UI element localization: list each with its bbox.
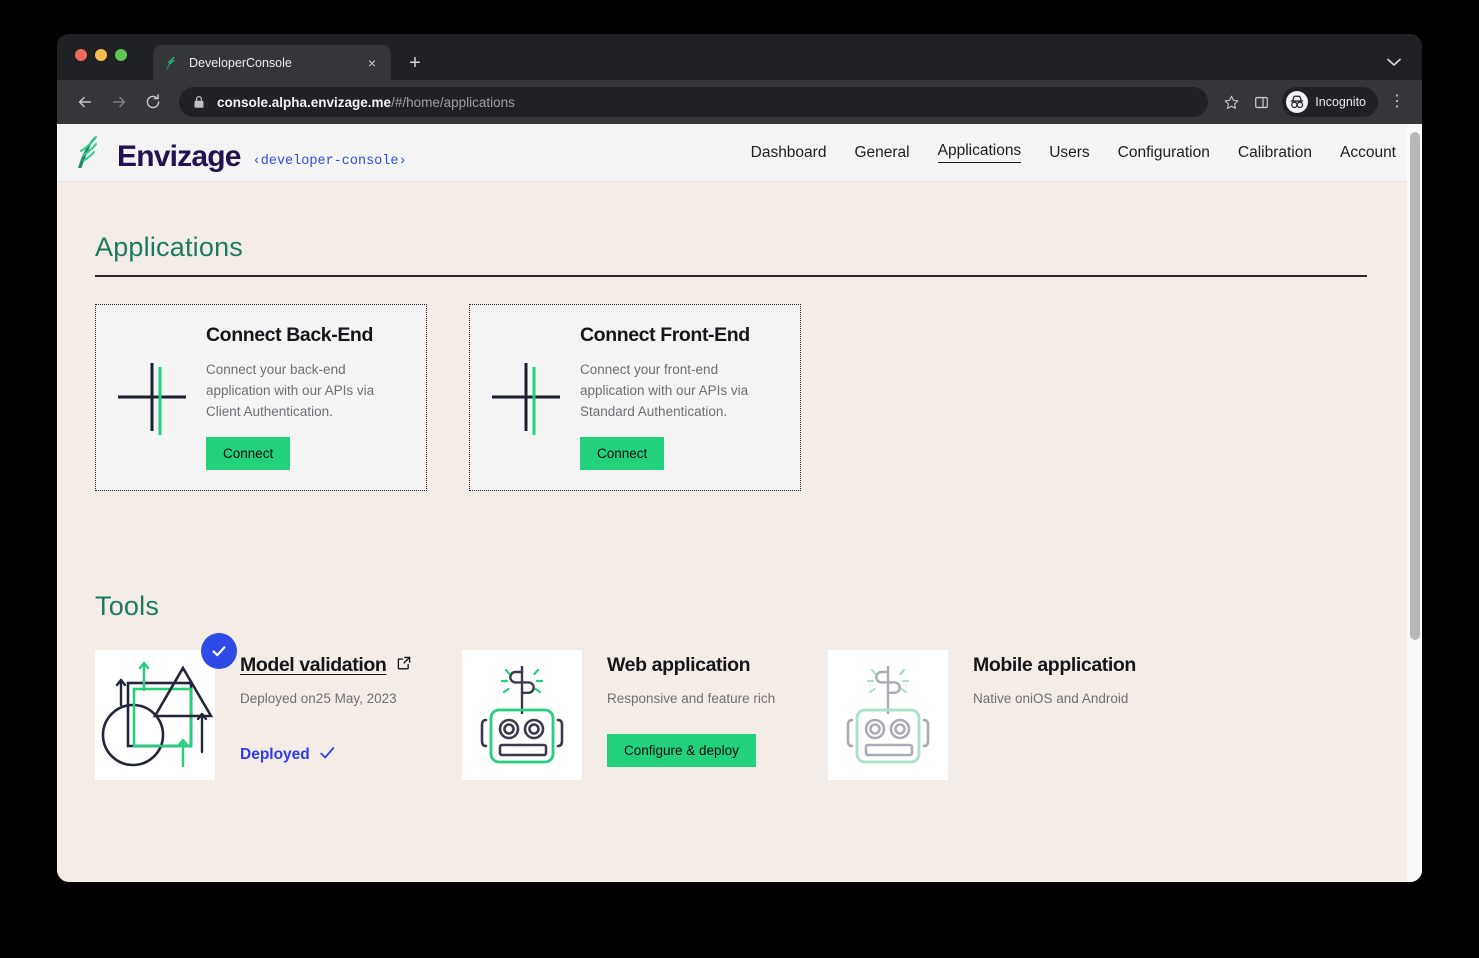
brand[interactable]: Envizage ‹developer-console› [71, 134, 407, 172]
section-divider [95, 275, 1367, 277]
lock-icon [193, 95, 205, 109]
kebab-menu-icon[interactable]: ⋮ [1386, 94, 1408, 110]
robot-icon [462, 649, 582, 780]
card-body: Connect Back-End Connect your back-end a… [198, 324, 408, 471]
minimize-window-button[interactable] [95, 49, 107, 61]
page-scrollbar-thumb[interactable] [1409, 132, 1420, 640]
applications-heading: Applications [95, 232, 243, 262]
tool-body: Mobile application Native oniOS and Andr… [948, 650, 1136, 780]
toolbar-actions: Incognito ⋮ [1218, 87, 1408, 117]
browser-tab-strip: DeveloperConsole × + [57, 34, 1422, 80]
new-tab-button[interactable]: + [403, 52, 427, 76]
tool-subtitle: Responsive and feature rich [607, 690, 776, 706]
brand-name: Envizage [117, 139, 241, 173]
profile-label: Incognito [1315, 95, 1366, 109]
connect-back-end-button[interactable]: Connect [206, 437, 291, 471]
close-icon[interactable]: × [363, 54, 381, 72]
card-description: Connect your front-end application with … [580, 361, 749, 420]
tool-subtitle: Native oniOS and Android [973, 690, 1129, 706]
tab-title: DeveloperConsole [189, 55, 292, 70]
address-bar[interactable]: console.alpha.envizage.me/#/home/applica… [179, 87, 1209, 117]
close-window-button[interactable] [75, 49, 87, 61]
tool-subtitle: Deployed on25 May, 2023 [240, 690, 397, 706]
status-text: Deployed [240, 746, 310, 763]
plus-cross-icon [484, 353, 572, 441]
connect-back-end-card: Connect Back-End Connect your back-end a… [95, 303, 427, 491]
page-scrollbar-track[interactable] [1407, 124, 1422, 882]
envizage-leaf-favicon [163, 55, 179, 71]
brand-subtitle: ‹developer-console› [252, 154, 407, 169]
tool-web-application: Web application Responsive and feature r… [462, 649, 828, 780]
status-badge: Deployed [240, 744, 412, 767]
reload-icon[interactable] [139, 88, 167, 116]
tools-list: Model validation Deployed on25 May, 2023 [95, 632, 1422, 780]
app-header: Envizage ‹developer-console› Dashboard G… [57, 124, 1422, 182]
tool-mobile-application: Mobile application Native oniOS and Andr… [828, 649, 1194, 780]
url-text: console.alpha.envizage.me/#/home/applica… [217, 95, 515, 110]
browser-tab[interactable]: DeveloperConsole × [153, 45, 391, 80]
profile-chip[interactable]: Incognito [1282, 87, 1378, 117]
applications-card-list: Connect Back-End Connect your back-end a… [95, 303, 1422, 491]
card-title: Connect Back-End [206, 323, 373, 346]
nav-item-calibration[interactable]: Calibration [1238, 144, 1312, 162]
nav-item-account[interactable]: Account [1340, 144, 1396, 162]
maximize-window-button[interactable] [115, 49, 127, 61]
tool-model-validation: Model validation Deployed on25 May, 2023 [95, 632, 462, 780]
nav-item-applications[interactable]: Applications [937, 142, 1022, 163]
url-path: /#/home/applications [391, 94, 515, 110]
star-icon[interactable] [1218, 89, 1244, 115]
connect-front-end-button[interactable]: Connect [580, 437, 665, 471]
check-badge [201, 632, 237, 669]
plus-cross-icon [110, 353, 198, 441]
check-icon [318, 744, 336, 767]
nav-item-configuration[interactable]: Configuration [1118, 144, 1210, 162]
card-description: Connect your back-end application with o… [206, 361, 375, 420]
back-arrow-icon[interactable] [71, 88, 99, 116]
incognito-icon [1286, 91, 1309, 113]
browser-window: DeveloperConsole × + console.alpha.enviz… [57, 34, 1422, 882]
nav-item-dashboard[interactable]: Dashboard [751, 144, 827, 162]
configure-and-deploy-button[interactable]: Configure & deploy [607, 733, 756, 767]
forward-arrow-icon[interactable] [105, 88, 133, 116]
window-traffic-lights [75, 49, 127, 61]
tool-title: Mobile application [973, 653, 1136, 676]
envizage-leaf-icon [71, 134, 105, 172]
tool-title: Web application [607, 653, 751, 676]
main-content: Applications Connect Back-End Connect yo… [57, 182, 1422, 780]
tool-body: Web application Responsive and feature r… [582, 650, 775, 780]
browser-toolbar: console.alpha.envizage.me/#/home/applica… [57, 80, 1422, 124]
card-body: Connect Front-End Connect your front-end… [572, 324, 782, 471]
chevron-down-icon[interactable] [1384, 52, 1404, 72]
nav-item-users[interactable]: Users [1049, 144, 1089, 162]
main-nav: Dashboard General Applications Users Con… [751, 142, 1406, 163]
connect-front-end-card: Connect Front-End Connect your front-end… [469, 303, 801, 491]
tool-action-wrap: Configure & deploy [607, 733, 775, 767]
page-viewport: Envizage ‹developer-console› Dashboard G… [57, 124, 1422, 882]
external-link-icon[interactable] [396, 654, 412, 677]
url-host: console.alpha.envizage.me [217, 94, 392, 110]
tool-body: Model validation Deployed on25 May, 2023 [215, 650, 412, 780]
card-title: Connect Front-End [580, 323, 750, 346]
tool-title-text: Model validation [240, 653, 387, 676]
side-panel-icon[interactable] [1248, 89, 1274, 115]
shapes-arrows-icon [95, 632, 237, 780]
tools-heading: Tools [95, 590, 160, 621]
robot-icon-disabled [828, 649, 948, 780]
model-validation-link[interactable]: Model validation [240, 654, 412, 677]
nav-item-general[interactable]: General [854, 144, 909, 162]
